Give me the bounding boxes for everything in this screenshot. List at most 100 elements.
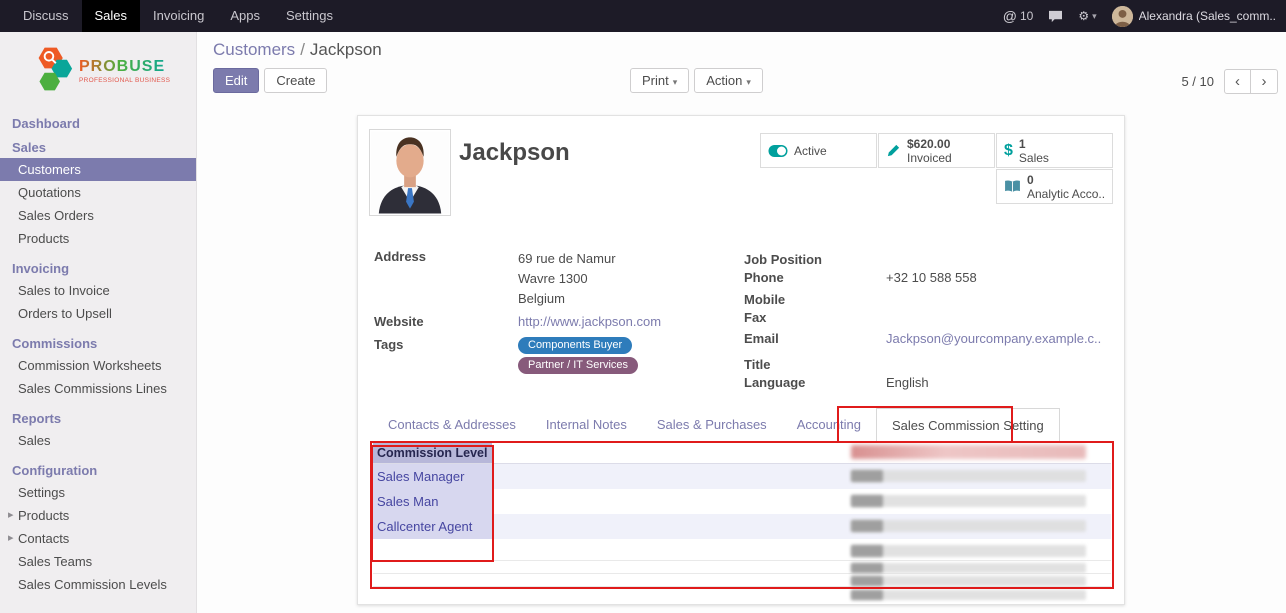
address-line-street[interactable]: 69 rue de Namur [518,249,616,269]
address-line-country[interactable]: Belgium [518,289,616,309]
menu-discuss[interactable]: Discuss [10,0,82,32]
caret-right-icon: ▸ [8,531,14,544]
address-line-city[interactable]: Wavre 1300 [518,269,616,289]
tab-sales-purchases[interactable]: Sales & Purchases [642,408,782,441]
language-value[interactable]: English [886,375,929,391]
notebook-tabs: Contacts & Addresses Internal Notes Sale… [373,408,1112,442]
commission-level-cell[interactable]: Sales Man [373,489,492,514]
pager-next-button[interactable]: › [1251,69,1278,94]
active-stat-button[interactable]: Active [760,133,877,168]
create-button[interactable]: Create [264,68,327,93]
logo-title: PROBUSE [79,58,170,75]
page-title: Jackpson [459,139,570,167]
sidebar-item-settings[interactable]: Settings [0,481,196,504]
caret-down-icon: ▾ [1092,11,1097,22]
pager: 5 / 10 ‹ › [1181,69,1278,94]
mentions-button[interactable]: @ 10 [1003,8,1034,24]
menu-sales[interactable]: Sales [82,0,141,32]
commission-level-cell[interactable]: Sales Manager [373,464,492,489]
tab-contacts-addresses[interactable]: Contacts & Addresses [373,408,531,441]
chevron-right-icon: › [1262,73,1267,90]
mention-icon: @ [1003,8,1017,24]
edit-button[interactable]: Edit [213,68,259,93]
topbar-right: @ 10 ⚙ ▾ Alexandra (Sales_comm.. [1003,0,1286,32]
sidebar-item-sales-commission-levels[interactable]: Sales Commission Levels [0,573,196,596]
invoiced-label: Invoiced [907,151,952,165]
sidebar-item-products[interactable]: Products [0,227,196,250]
main-content: Customers / Jackpson Edit Create Print▾ Ac… [197,32,1286,613]
logo-icon [36,45,74,97]
tab-internal-notes[interactable]: Internal Notes [531,408,642,441]
chat-icon [1048,10,1063,23]
print-menu-button[interactable]: Print▾ [630,68,689,93]
sidebar-action-buttons: Print▾ Action▾ [630,68,763,93]
sidebar-section-commissions[interactable]: Commissions [0,330,196,354]
analytic-count-value: 0 [1027,173,1105,187]
sidebar-item-sales-teams[interactable]: Sales Teams [0,550,196,573]
sidebar-item-label: Products [18,508,69,523]
analytic-accounts-stat-button[interactable]: 0 Analytic Acco... [996,169,1113,204]
sidebar-section-reports[interactable]: Reports [0,405,196,429]
sidebar-section-sales[interactable]: Sales [0,134,196,158]
action-menu-button[interactable]: Action▾ [694,68,763,93]
table-row[interactable]: Sales Man [373,489,1111,514]
email-link[interactable]: Jackpson@yourcompany.example.c.. [886,331,1101,346]
sidebar-item-quotations[interactable]: Quotations [0,181,196,204]
breadcrumb: Customers/Jackpson [213,40,382,60]
user-name: Alexandra (Sales_comm.. [1139,9,1276,23]
sidebar-item-config-products[interactable]: ▸ Products [0,504,196,527]
redacted-value [851,590,883,600]
sidebar-item-commission-worksheets[interactable]: Commission Worksheets [0,354,196,377]
sales-stat-button[interactable]: $ 1 Sales [996,133,1113,168]
column-header-commission-level[interactable]: Commission Level [373,442,492,463]
sidebar-item-orders-to-upsell[interactable]: Orders to Upsell [0,302,196,325]
invoiced-stat-button[interactable]: $620.00 Invoiced [878,133,995,168]
messages-button[interactable] [1048,10,1063,23]
table-row[interactable]: Sales Manager [373,464,1111,489]
customer-photo[interactable] [369,129,451,216]
caret-down-icon: ▾ [673,77,678,87]
tag-partner-it-services[interactable]: Partner / IT Services [518,357,638,374]
debug-menu[interactable]: ⚙ ▾ [1078,9,1096,23]
commission-table: Commission Level Sales Manager Sales Man… [373,442,1111,587]
breadcrumb-separator: / [300,40,305,59]
table-cell-redacted [492,464,1111,489]
sidebar-item-sales-orders[interactable]: Sales Orders [0,204,196,227]
sidebar-item-customers[interactable]: Customers [0,158,196,181]
menu-apps[interactable]: Apps [217,0,273,32]
mention-count: 10 [1020,9,1033,23]
caret-right-icon: ▸ [8,508,14,521]
sidebar-item-config-contacts[interactable]: ▸Contacts [0,527,196,550]
dollar-icon: $ [1004,142,1013,160]
form-buttons: Edit Create [213,68,327,93]
tag-components-buyer[interactable]: Components Buyer [518,337,632,354]
sidebar-section-configuration[interactable]: Configuration [0,457,196,481]
table-row[interactable]: Callcenter Agent [373,514,1111,539]
sales-count-value: 1 [1019,137,1049,151]
menu-settings[interactable]: Settings [273,0,346,32]
sidebar-item-sales-commissions-lines[interactable]: Sales Commissions Lines [0,377,196,400]
commission-level-cell[interactable]: Callcenter Agent [373,514,492,539]
website-link[interactable]: http://www.jackpson.com [518,314,661,329]
phone-value[interactable]: +32 10 588 558 [886,270,977,286]
tab-sales-commission-setting[interactable]: Sales Commission Setting [876,408,1060,442]
probuse-logo[interactable]: PROBUSE PROFESSIONAL BUSINESS [0,32,196,108]
mobile-label: Mobile [744,292,886,308]
tab-accounting[interactable]: Accounting [782,408,876,441]
pager-previous-button[interactable]: ‹ [1224,69,1251,94]
sidebar-section-invoicing[interactable]: Invoicing [0,255,196,279]
sidebar-item-reports-sales[interactable]: Sales [0,429,196,452]
breadcrumb-customers[interactable]: Customers [213,40,295,59]
table-cell-redacted [492,489,1111,514]
customer-photo-image [371,131,449,214]
user-avatar [1112,6,1133,27]
menu-invoicing[interactable]: Invoicing [140,0,217,32]
control-panel: Customers/Jackpson Edit Create Print▾ Ac… [197,32,1286,108]
sidebar-item-sales-to-invoice[interactable]: Sales to Invoice [0,279,196,302]
analytic-count-label: Analytic Acco... [1027,187,1105,201]
table-empty-row [373,561,1111,574]
column-header-redacted [492,442,1111,463]
sidebar-section-dashboard[interactable]: Dashboard [0,110,196,134]
phone-label: Phone [744,270,886,286]
user-menu[interactable]: Alexandra (Sales_comm.. [1112,6,1276,27]
